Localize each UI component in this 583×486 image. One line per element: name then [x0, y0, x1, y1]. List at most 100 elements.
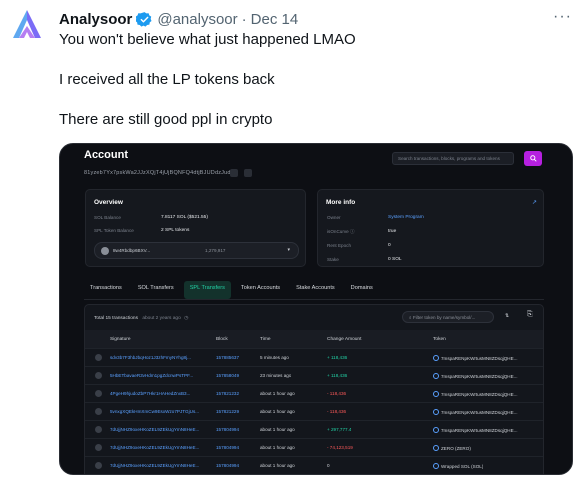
rent-epoch-label: Rent Epoch — [327, 243, 352, 248]
copy-icon — [230, 169, 238, 177]
tab-transactions: Transactions — [90, 285, 122, 291]
clock-icon: ◷ — [184, 316, 189, 321]
timestamp[interactable]: Dec 14 — [251, 11, 299, 28]
token-filter-placeholder: Filter token by name/symbol/... — [412, 315, 476, 320]
owner-value: System Program — [388, 215, 424, 220]
tweet-text-line: I received all the LP tokens back — [59, 71, 275, 88]
col-token: Token — [433, 337, 446, 342]
token-cell: 7mspaRENpKWrtusMN8ZDsqjQHE... — [433, 391, 518, 397]
tab-stake-accounts: Stake Accounts — [296, 285, 335, 291]
token-name: Wrapped SOL (SOL) — [441, 463, 484, 469]
token-icon — [433, 445, 439, 451]
change-amount-cell: + 118,436 — [327, 355, 348, 360]
tab-domains: Domains — [350, 285, 373, 291]
block-cell: 157821232 — [216, 391, 239, 396]
view-icon — [95, 444, 102, 451]
view-icon — [95, 354, 102, 361]
col-signature: Signature — [110, 337, 131, 342]
signature-cell: 7dUjjNHZ9oxeHKoZEL9ZEkUgYmN8HeE... — [110, 463, 200, 468]
isoncurve-label: isOnCurve ⓘ — [327, 229, 355, 234]
qr-code-icon — [244, 169, 252, 177]
tweet-text-line: You won't believe what just happened LMA… — [59, 31, 356, 48]
block-cell: 157804994 — [216, 427, 239, 432]
block-cell: 157858049 — [216, 373, 239, 378]
filter-icon: ⇅ — [505, 313, 510, 319]
more-info-panel: More info ↗ Owner System Program isOnCur… — [317, 189, 544, 267]
table-total-count: Total 15 transactions — [94, 316, 138, 321]
token-select: 8w4Rbdbp6BXV... 1,279,917 ▾ — [94, 242, 299, 259]
table-row: 5vnxgXQEkHmXmCw9EsxWzo7PJTGjUs... 1578212… — [85, 402, 543, 420]
view-icon — [95, 372, 102, 379]
token-name: 7mspaRENpKWrtusMN8ZDsqjQHE... — [441, 391, 518, 397]
analysoor-logo-icon — [8, 6, 46, 44]
view-icon — [95, 408, 102, 415]
signature-cell: 7dUjjNHZ9oxeHKoZEL9ZEkUgYmN8HeE... — [110, 427, 200, 432]
explorer-search-input: Search transactions, blocks, programs an… — [392, 152, 514, 165]
view-icon — [95, 426, 102, 433]
token-filter-input: ⌕ Filter token by name/symbol/... — [402, 311, 494, 323]
token-select-amount: 1,279,917 — [205, 248, 226, 253]
table-row: 7dUjjNHZ9oxeHKoZEL9ZEkUgYmN8HeE... 157804… — [85, 420, 543, 438]
change-amount-cell: + 297,777.4 — [327, 427, 352, 432]
verified-badge-icon — [136, 11, 153, 28]
token-icon — [433, 427, 439, 433]
tweet: Analysoor @analysoor · Dec 14 ··· You wo… — [0, 0, 583, 486]
token-name: 7mspaRENpKWrtusMN8ZDsqjQHE... — [441, 427, 518, 433]
tweet-header: Analysoor @analysoor · Dec 14 — [59, 9, 298, 29]
token-icon — [433, 391, 439, 397]
token-icon — [433, 355, 439, 361]
token-name: ZERO (ZERO) — [441, 445, 471, 451]
block-cell: 157821229 — [216, 409, 239, 414]
col-change-amount: Change Amount — [327, 337, 362, 342]
time-cell: 5 minutes ago — [260, 355, 289, 360]
table-header: Signature Block Time Change Amount Token — [85, 330, 543, 348]
stake-value: 0 SOL — [388, 257, 402, 262]
signature-cell: sdv3b7F3hbJbqHoz1J3zhFmyNYhg8j... — [110, 355, 191, 360]
overview-title: Overview — [94, 199, 123, 206]
isoncurve-value: true — [388, 229, 397, 234]
time-cell: about 1 hour ago — [260, 463, 295, 468]
token-cell: 7mspaRENpKWrtusMN8ZDsqjQHE... — [433, 409, 518, 415]
attached-image[interactable]: Account 81yzeb7Yx7pskWa2JJzXQjT4jUjBQNFQ… — [59, 143, 573, 475]
change-amount-cell: 0 — [327, 463, 330, 468]
spl-transfers-table: Total 15 transactions about 2 years ago … — [84, 304, 544, 474]
spl-balance-value: 2 SPL tokens — [161, 228, 190, 233]
change-amount-cell: - 74,123,519 — [327, 445, 353, 450]
handle[interactable]: @analysoor — [157, 11, 237, 28]
signature-cell: 5vnxgXQEkHmXmCw9EsxWzo7PJTGjUs... — [110, 409, 200, 414]
token-icon — [433, 409, 439, 415]
sol-balance-label: SOL Balance — [94, 215, 121, 220]
spl-balance-label: SPL Token Balance — [94, 228, 134, 233]
sol-balance-value: 7.8117 SOL ($521.55) — [161, 215, 208, 220]
table-total-time: about 2 years ago — [142, 316, 181, 321]
account-address: 81yzeb7Yx7pskWa2JJzXQjT4jUjBQNFQ4dtjBJUD… — [84, 170, 231, 176]
table-total: Total 15 transactions about 2 years ago … — [94, 316, 188, 321]
table-row: 7dUjjNHZ9oxeHKoZEL9ZEkUgYmN8HeE... 157804… — [85, 438, 543, 456]
col-time: Time — [260, 337, 271, 342]
separator: · — [241, 10, 247, 28]
token-cell: 7mspaRENpKWrtusMN8ZDsqjQHE... — [433, 373, 518, 379]
block-cell: 157885637 — [216, 355, 239, 360]
tab-token-accounts: Token Accounts — [240, 285, 281, 291]
col-block: Block — [216, 337, 228, 342]
token-cell: Wrapped SOL (SOL) — [433, 463, 483, 469]
time-cell: about 1 hour ago — [260, 445, 295, 450]
tab-divider — [84, 299, 544, 300]
change-amount-cell: - 118,436 — [327, 409, 347, 414]
time-cell: about 1 hour ago — [260, 391, 295, 396]
display-name[interactable]: Analysoor — [59, 11, 132, 28]
more-info-title: More info — [326, 199, 356, 206]
block-cell: 157804994 — [216, 445, 239, 450]
avatar[interactable] — [8, 6, 46, 44]
view-icon — [95, 462, 102, 469]
token-name: 7mspaRENpKWrtusMN8ZDsqjQHE... — [441, 355, 518, 361]
chevron-down-icon: ▾ — [287, 247, 290, 253]
more-options-icon[interactable]: ··· — [553, 8, 572, 26]
stake-label: Stake — [327, 257, 339, 262]
time-cell: 23 minutes ago — [260, 373, 292, 378]
token-icon — [433, 373, 439, 379]
token-cell: 7mspaRENpKWrtusMN8ZDsqjQHE... — [433, 427, 518, 433]
tab-spl-transfers: SPL Transfers — [183, 281, 231, 299]
signature-cell: 5HbETbavaeR3vHdm1pgZdcnwPsTPF... — [110, 373, 194, 378]
overview-panel: Overview SOL Balance 7.8117 SOL ($521.55… — [85, 189, 306, 267]
